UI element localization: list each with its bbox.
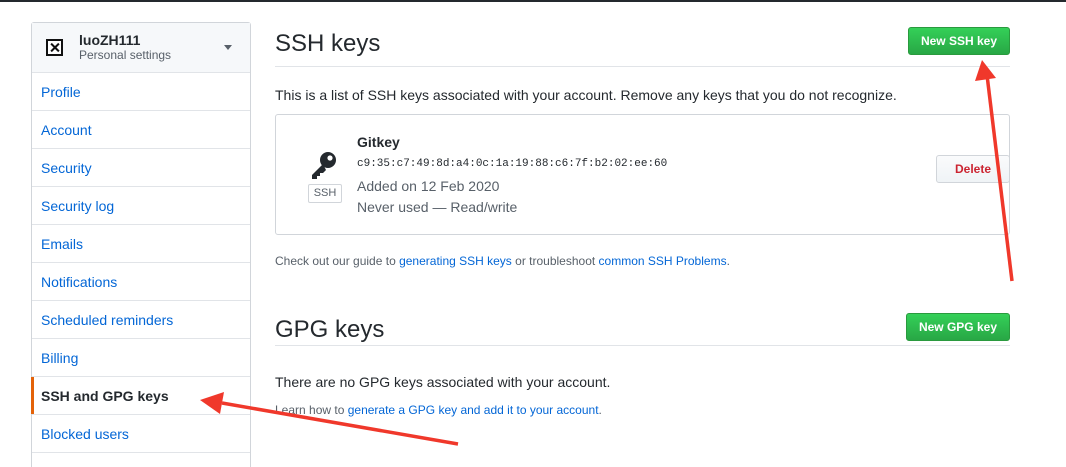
- gpg-learn-text: Learn how to generate a GPG key and add …: [275, 403, 602, 417]
- gpg-learn-prefix: Learn how to: [275, 403, 348, 417]
- sidebar-item-scheduled-reminders[interactable]: Scheduled reminders: [32, 301, 250, 339]
- sidebar-item-account[interactable]: Account: [32, 111, 250, 149]
- sidebar-item-security[interactable]: Security: [32, 149, 250, 187]
- gpg-empty-text: There are no GPG keys associated with yo…: [275, 374, 611, 390]
- avatar-icon: [46, 39, 63, 56]
- sidebar-item-billing[interactable]: Billing: [32, 339, 250, 377]
- sidebar-item-blocked-users[interactable]: Blocked users: [32, 415, 250, 453]
- ssh-section: SSH keys New SSH key: [275, 22, 1010, 67]
- ssh-description: This is a list of SSH keys associated wi…: [275, 87, 897, 103]
- key-fingerprint: c9:35:c7:49:8d:a4:0c:1a:19:88:c6:7f:b2:0…: [357, 158, 668, 170]
- gpg-subhead: GPG keys New GPG key: [275, 310, 1010, 346]
- sidebar-item-notifications[interactable]: Notifications: [32, 263, 250, 301]
- key-icon: [312, 152, 336, 179]
- sidebar-item-emails[interactable]: Emails: [32, 225, 250, 263]
- settings-sidebar: luoZH111 Personal settings Profile Accou…: [31, 22, 251, 467]
- ssh-guide-middle: or troubleshoot: [511, 254, 599, 268]
- top-border: [0, 0, 1066, 2]
- ssh-guide-prefix: Check out our guide to: [275, 254, 400, 268]
- account-switcher[interactable]: luoZH111 Personal settings: [32, 23, 250, 73]
- ssh-guide-suffix: .: [726, 254, 730, 268]
- new-gpg-key-button[interactable]: New GPG key: [905, 313, 1010, 341]
- settings-context: Personal settings: [79, 47, 172, 62]
- key-added-date: Added on 12 Feb 2020: [357, 178, 500, 194]
- generate-gpg-key-link[interactable]: generate a GPG key and add it to your ac…: [348, 403, 599, 417]
- ssh-type-label: SSH: [308, 184, 342, 203]
- username: luoZH111: [79, 31, 141, 48]
- ssh-subhead: SSH keys New SSH key: [275, 22, 1010, 67]
- generating-ssh-keys-link[interactable]: generating SSH keys: [399, 254, 512, 268]
- sidebar-item-profile[interactable]: Profile: [32, 73, 250, 111]
- sidebar-item-security-log[interactable]: Security log: [32, 187, 250, 225]
- delete-key-button[interactable]: Delete: [936, 155, 1010, 183]
- gpg-learn-suffix: .: [598, 403, 602, 417]
- gpg-keys-title: GPG keys: [275, 316, 385, 343]
- user-info: luoZH111 Personal settings: [79, 31, 172, 63]
- key-title: Gitkey: [357, 134, 400, 150]
- ssh-keys-title: SSH keys: [275, 30, 381, 57]
- key-usage: Never used — Read/write: [357, 199, 518, 215]
- ssh-guide-text: Check out our guide to generating SSH ke…: [275, 254, 730, 268]
- common-ssh-problems-link[interactable]: common SSH Problems: [599, 254, 727, 268]
- chevron-down-icon[interactable]: [224, 45, 232, 50]
- sidebar-item-ssh-gpg-keys[interactable]: SSH and GPG keys: [31, 377, 250, 415]
- ssh-key-item: SSH Gitkey c9:35:c7:49:8d:a4:0c:1a:19:88…: [275, 114, 1010, 235]
- new-ssh-key-button[interactable]: New SSH key: [907, 27, 1010, 55]
